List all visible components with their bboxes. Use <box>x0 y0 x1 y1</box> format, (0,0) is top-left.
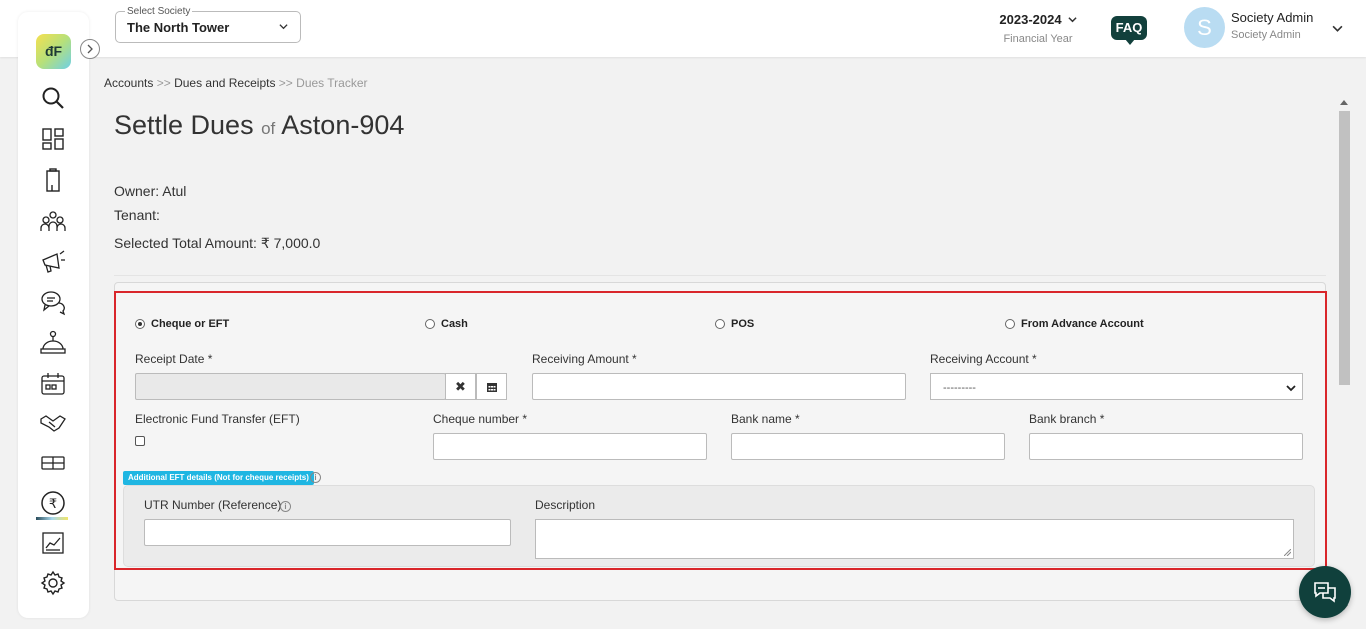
financial-year-selector[interactable]: 2023-2024 Financial Year <box>996 12 1080 45</box>
settings-icon[interactable] <box>39 569 67 597</box>
calendar-icon[interactable] <box>39 370 67 398</box>
members-icon[interactable] <box>39 207 67 235</box>
bank-branch-input[interactable] <box>1029 433 1303 460</box>
page-title-main: Settle Dues <box>114 110 254 140</box>
close-icon: ✖ <box>455 378 466 394</box>
helpdesk-icon[interactable] <box>39 329 67 357</box>
radio-indicator[interactable] <box>425 319 435 329</box>
resize-handle-icon[interactable] <box>1284 549 1291 556</box>
radio-cheque-or-eft[interactable]: Cheque or EFT <box>135 318 229 330</box>
receiving-account-label: Receiving Account * <box>930 352 1037 366</box>
info-icon[interactable]: i <box>280 501 291 512</box>
society-select[interactable]: Select Society The North Tower <box>115 6 301 43</box>
scroll-up-arrow-icon[interactable] <box>1340 100 1348 105</box>
breadcrumb-separator: >> <box>156 76 171 90</box>
breadcrumb: Accounts >> Dues and Receipts >> Dues Tr… <box>104 76 368 90</box>
user-role: Society Admin <box>1231 29 1301 41</box>
dashboard-icon[interactable] <box>39 125 67 153</box>
faq-button[interactable]: FAQ <box>1111 16 1147 45</box>
app-logo[interactable]: đF <box>36 34 71 69</box>
avatar[interactable]: S <box>1184 7 1225 48</box>
breadcrumb-dues-and-receipts[interactable]: Dues and Receipts <box>174 76 275 90</box>
ticket-icon[interactable] <box>39 449 67 477</box>
radio-label: Cash <box>441 318 468 330</box>
radio-indicator[interactable] <box>715 319 725 329</box>
calendar-button[interactable] <box>476 373 507 400</box>
announcement-icon[interactable] <box>39 248 67 276</box>
selected-total-amount: Selected Total Amount: ₹ 7,000.0 <box>114 235 321 251</box>
bank-name-input[interactable] <box>731 433 1005 460</box>
radio-pos[interactable]: POS <box>715 318 754 330</box>
sidebar-toggle-button[interactable] <box>80 39 100 59</box>
utr-number-input[interactable] <box>144 519 511 546</box>
receiving-amount-label: Receiving Amount * <box>532 352 637 366</box>
financial-year-label: Financial Year <box>1003 33 1073 45</box>
financial-year-value: 2023-2024 <box>999 12 1062 27</box>
society-select-value: The North Tower <box>127 20 230 35</box>
radio-cash[interactable]: Cash <box>425 318 468 330</box>
chat-icon[interactable] <box>39 288 67 316</box>
receiving-account-select[interactable]: --------- <box>930 373 1303 400</box>
society-select-label: Select Society <box>125 6 193 17</box>
chevron-down-icon[interactable] <box>1332 23 1343 34</box>
divider <box>114 275 1326 276</box>
chat-icon <box>1314 582 1336 603</box>
eft-checkbox[interactable] <box>135 436 145 446</box>
cheque-number-label: Cheque number * <box>433 412 528 426</box>
chevron-down-icon <box>1286 385 1296 392</box>
page-title-unit: Aston-904 <box>281 110 405 140</box>
radio-indicator[interactable] <box>135 319 145 329</box>
top-bar: Select Society The North Tower 2023-2024… <box>0 0 1366 57</box>
reports-icon[interactable] <box>39 529 67 557</box>
page-title: Settle Dues of Aston-904 <box>114 110 404 141</box>
tenant-info: Tenant: <box>114 207 160 223</box>
sidebar: đF ₹ <box>18 12 89 618</box>
chevron-down-icon <box>279 24 288 30</box>
rupee-icon[interactable]: ₹ <box>39 489 67 517</box>
user-info[interactable]: Society Admin Society Admin <box>1231 10 1313 41</box>
chevron-down-icon <box>1067 17 1077 23</box>
owner-info: Owner: Atul <box>114 183 187 199</box>
bank-name-label: Bank name * <box>731 412 800 426</box>
user-name: Society Admin <box>1231 10 1314 25</box>
search-icon[interactable] <box>39 84 67 112</box>
svg-text:₹: ₹ <box>49 497 57 512</box>
breadcrumb-current: Dues Tracker <box>296 76 368 90</box>
utr-number-label: UTR Number (Reference) <box>144 498 282 512</box>
scrollbar-thumb[interactable] <box>1339 111 1350 385</box>
eft-label: Electronic Fund Transfer (EFT) <box>135 412 300 426</box>
receipt-date-input[interactable] <box>135 373 446 400</box>
receiving-amount-input[interactable] <box>532 373 906 400</box>
breadcrumb-accounts[interactable]: Accounts <box>104 76 153 90</box>
calendar-icon <box>486 382 497 392</box>
cheque-number-input[interactable] <box>433 433 707 460</box>
chat-support-button[interactable] <box>1299 566 1351 618</box>
info-icon[interactable]: i <box>310 472 321 483</box>
building-icon[interactable] <box>39 166 67 194</box>
eft-details-tag: Additional EFT details (Not for cheque r… <box>123 471 314 485</box>
receiving-account-value: --------- <box>943 382 976 394</box>
description-textarea[interactable] <box>535 519 1294 559</box>
radio-indicator[interactable] <box>1005 319 1015 329</box>
clear-date-button[interactable]: ✖ <box>445 373 476 400</box>
receipt-date-label: Receipt Date * <box>135 352 213 366</box>
radio-from-advance-account[interactable]: From Advance Account <box>1005 318 1144 330</box>
bank-branch-label: Bank branch * <box>1029 412 1105 426</box>
breadcrumb-separator: >> <box>278 76 293 90</box>
radio-label: Cheque or EFT <box>151 318 230 330</box>
handshake-icon[interactable] <box>39 409 67 437</box>
description-label: Description <box>535 498 596 512</box>
radio-label: POS <box>731 318 755 330</box>
active-nav-indicator <box>36 517 68 520</box>
chevron-right-icon <box>87 44 93 54</box>
page-title-of: of <box>261 119 276 138</box>
radio-label: From Advance Account <box>1021 318 1144 330</box>
